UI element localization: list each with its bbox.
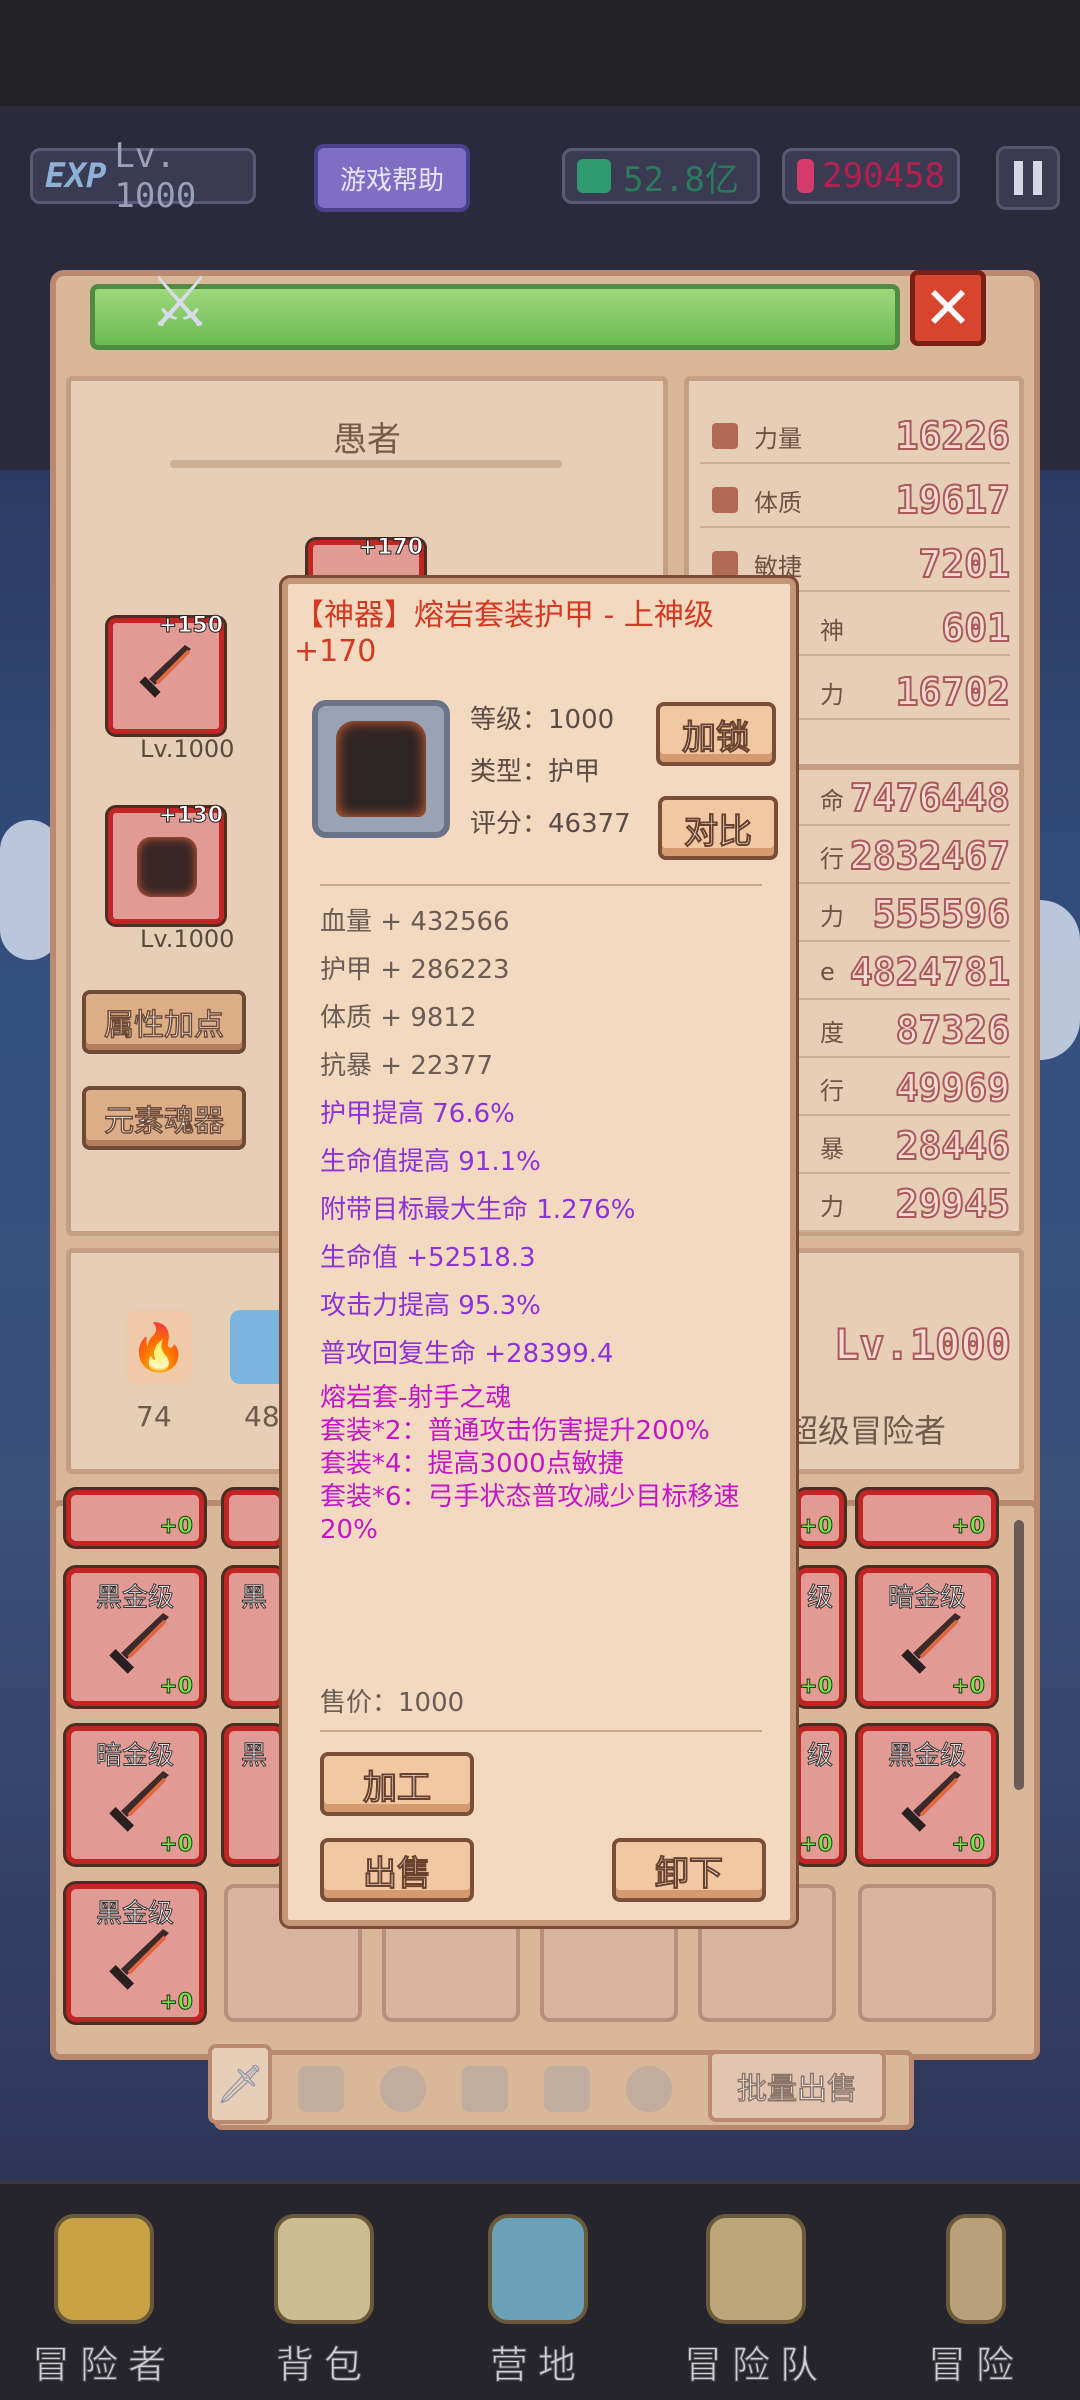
- inventory-slot[interactable]: 暗金级 +0: [858, 1568, 996, 1706]
- ruby-icon: [797, 159, 815, 193]
- armor-icon: [336, 721, 426, 817]
- equip-slot-gloves[interactable]: +130: [108, 803, 224, 924]
- crossed-swords-icon: ⚔: [148, 261, 212, 343]
- water-count: 48: [244, 1400, 280, 1433]
- player-level: Lv. 1000: [114, 136, 197, 216]
- attribute-points-button[interactable]: 属性加点: [82, 990, 246, 1054]
- item-level: 等级：1000: [470, 705, 615, 735]
- sword-icon: [139, 645, 191, 698]
- green-gem-icon: [577, 159, 611, 193]
- inventory-slot[interactable]: 黑金级 +0: [66, 1884, 204, 2022]
- equip-plus: +130: [158, 803, 223, 829]
- set-name: 熔岩套-射手之魂: [320, 1383, 512, 1413]
- process-button[interactable]: 加工: [320, 1752, 474, 1816]
- tab-shield-icon[interactable]: [298, 2066, 344, 2112]
- element-soul-button[interactable]: 元素魂器: [82, 1086, 246, 1150]
- sword-nav-icon: [946, 2214, 1006, 2324]
- tab-helmet-icon[interactable]: [380, 2066, 426, 2112]
- bonus-stats: 护甲提高 76.6% 生命值提高 91.1% 附带目标最大生命 1.276% 生…: [320, 1099, 636, 1369]
- compare-button[interactable]: 对比: [658, 796, 778, 860]
- item-type: 类型：护甲: [470, 757, 601, 787]
- fire-count: 74: [136, 1400, 172, 1433]
- nav-adventurer[interactable]: 冒险者: [24, 2214, 184, 2394]
- nav-backpack[interactable]: 背包: [244, 2214, 404, 2394]
- boot-icon: [712, 551, 738, 577]
- nav-camp[interactable]: 营地: [458, 2214, 618, 2394]
- heart-icon: [712, 487, 738, 513]
- inventory-slot[interactable]: 级 +0: [796, 1568, 844, 1706]
- bulk-sell-button[interactable]: 批量出售: [708, 2050, 886, 2122]
- tab-ring-icon[interactable]: [626, 2066, 672, 2112]
- tab-weapon[interactable]: 🗡: [208, 2044, 272, 2124]
- dagger-icon: [901, 1613, 961, 1674]
- nav-adventure[interactable]: 冒险: [896, 2214, 1056, 2394]
- inventory-slot[interactable]: 暗金级 +0: [66, 1726, 204, 1864]
- game-help-button[interactable]: 游戏帮助: [314, 144, 470, 212]
- stat-row: 力量 16226: [700, 410, 1011, 464]
- set-bonus: 熔岩套-射手之魂 套装*2：普通攻击伤害提升200% 套装*4：提高3000点敏…: [320, 1382, 750, 1547]
- item-icon-frame: [312, 700, 450, 838]
- gem-count: 52.8亿: [623, 159, 739, 200]
- camp-icon: [488, 2214, 588, 2324]
- book-icon: [706, 2214, 806, 2324]
- inventory-slot[interactable]: [224, 1490, 284, 1546]
- equip-level: Lv.1000: [140, 925, 235, 953]
- ruby-count: 290458: [822, 156, 945, 196]
- item-meta: 等级：1000 类型：护甲 评分：46377: [470, 694, 631, 850]
- popup-divider: [320, 1730, 762, 1732]
- tab-armor-icon[interactable]: [462, 2066, 508, 2112]
- exp-label: EXP: [45, 156, 107, 196]
- item-plus: +170: [294, 634, 377, 669]
- popup-divider: [320, 884, 762, 886]
- inventory-scrollbar[interactable]: [1014, 1520, 1024, 1790]
- item-score: 评分：46377: [470, 809, 631, 839]
- equip-plus: +150: [158, 613, 223, 639]
- base-stats: 血量 + 432566 护甲 + 286223 体质 + 9812 抗暴 + 2…: [320, 907, 510, 1081]
- gloves-icon: [137, 837, 197, 897]
- backpack-icon: [274, 2214, 374, 2324]
- strength-icon: [712, 423, 738, 449]
- lock-button[interactable]: 加锁: [656, 702, 776, 766]
- equip-slot-weapon[interactable]: +150: [108, 613, 224, 734]
- dagger-icon: [109, 1613, 169, 1674]
- exp-level-display: EXP Lv. 1000: [30, 136, 256, 216]
- equip-level: Lv.1000: [140, 735, 235, 763]
- inventory-slot[interactable]: +0: [796, 1490, 844, 1546]
- dagger-icon: [109, 1771, 169, 1832]
- character-name: 愚者: [333, 420, 401, 460]
- inventory-slot[interactable]: +0: [858, 1490, 996, 1546]
- tab-pants-icon[interactable]: [544, 2066, 590, 2112]
- hero-rank: 超级冒险者: [786, 1412, 947, 1450]
- close-button[interactable]: ✕: [910, 270, 986, 346]
- inventory-slot-empty[interactable]: [858, 1884, 996, 2022]
- dagger-icon: [901, 1771, 961, 1832]
- item-name: 【神器】熔岩套装护甲 - 上神级: [294, 598, 714, 633]
- inventory-slot[interactable]: +0: [66, 1490, 204, 1546]
- sell-price: 售价：1000: [320, 1688, 465, 1718]
- inventory-slot[interactable]: 黑金级 +0: [858, 1726, 996, 1864]
- hero-level: Lv.1000: [833, 1319, 1012, 1370]
- gem-counter: 52.8亿: [562, 148, 760, 204]
- unequip-button[interactable]: 卸下: [612, 1838, 766, 1902]
- crown-icon: [54, 2214, 154, 2324]
- pause-button[interactable]: [996, 146, 1060, 210]
- fire-icon: 🔥: [126, 1310, 192, 1384]
- inventory-slot[interactable]: 黑: [224, 1726, 284, 1864]
- dagger-icon: [109, 1929, 169, 1990]
- inventory-slot[interactable]: 黑金级 +0: [66, 1568, 204, 1706]
- name-divider: [170, 460, 562, 468]
- popup-title: 【神器】熔岩套装护甲 - 上神级 +170: [294, 590, 788, 669]
- stat-row: 体质 19617: [700, 474, 1011, 528]
- inventory-slot[interactable]: 黑: [224, 1568, 284, 1706]
- ruby-counter: 290458: [782, 148, 960, 204]
- water-icon: [230, 1310, 280, 1384]
- inventory-slot[interactable]: 级 +0: [796, 1726, 844, 1864]
- nav-team[interactable]: 冒险队: [676, 2214, 836, 2394]
- status-bar: [0, 0, 1080, 106]
- equip-plus: +170: [358, 535, 423, 561]
- sell-button[interactable]: 出售: [320, 1838, 474, 1902]
